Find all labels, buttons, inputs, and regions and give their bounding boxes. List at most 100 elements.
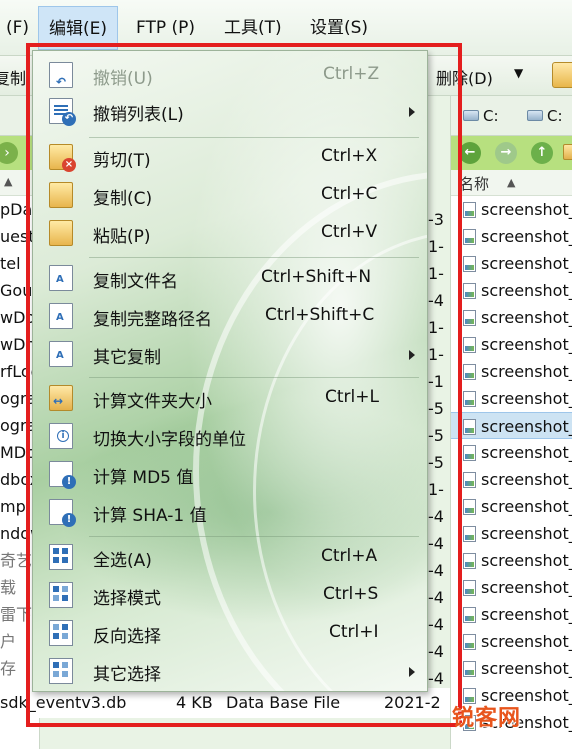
list-item[interactable]: screenshot_: [451, 520, 572, 547]
tab-drive-c-2[interactable]: C:: [525, 102, 563, 130]
image-file-icon: [463, 634, 476, 650]
menu-divider: [89, 377, 419, 378]
file-date: 2021-2: [384, 693, 441, 712]
menu-item-undo-list[interactable]: ↶ 撤销列表(L): [33, 93, 427, 129]
list-item[interactable]: screenshot_: [451, 547, 572, 574]
other-select-icon: [49, 658, 73, 684]
list-item[interactable]: screenshot_: [451, 331, 572, 358]
md5-icon: !: [49, 461, 76, 489]
menu-item-select-all[interactable]: 全选(A) Ctrl+A: [33, 539, 427, 575]
file-name: screenshot_: [481, 497, 572, 516]
list-item[interactable]: screenshot_: [451, 277, 572, 304]
menu-item-shortcut: Ctrl+Shift+C: [265, 305, 375, 325]
menu-divider: [89, 536, 419, 537]
list-item[interactable]: screenshot_: [451, 655, 572, 682]
list-item[interactable]: screenshot_: [451, 250, 572, 277]
tab-label: C:: [547, 107, 563, 125]
list-item[interactable]: screenshot_: [451, 304, 572, 331]
right-nav-bar: ← → ↑: [451, 136, 572, 170]
list-item[interactable]: screenshot_: [451, 385, 572, 412]
folder-icon[interactable]: [563, 144, 572, 160]
select-mode-icon: [49, 582, 73, 608]
menu-item-copy-filename[interactable]: A 复制文件名 Ctrl+Shift+N: [33, 260, 427, 296]
menu-item-calc-folder-size[interactable]: ↔ 计算文件夹大小 Ctrl+L: [33, 380, 427, 416]
menu-item-label: 其它选择: [93, 665, 161, 685]
up-arrow-icon[interactable]: ↑: [531, 142, 553, 164]
menu-settings[interactable]: 设置(S): [300, 6, 378, 50]
file-name: screenshot_: [481, 443, 572, 462]
other-copy-icon: A: [49, 341, 73, 367]
back-arrow-icon[interactable]: ←: [459, 142, 481, 164]
menu-item-copy-fullpath[interactable]: A 复制完整路径名 Ctrl+Shift+C: [33, 298, 427, 334]
menu-edit[interactable]: 编辑(E): [38, 6, 119, 50]
menu-item-label: 剪切(T): [93, 151, 151, 171]
file-name: screenshot_: [481, 335, 572, 354]
menu-item-calc-sha1[interactable]: ! 计算 SHA-1 值: [33, 494, 427, 530]
list-item[interactable]: screenshot_: [451, 493, 572, 520]
date-fragment: 1-: [428, 345, 444, 364]
menu-item-invert-selection[interactable]: 反向选择 Ctrl+I: [33, 615, 427, 651]
date-fragment: -5: [428, 399, 444, 418]
right-column-header[interactable]: 名称 ▲: [451, 170, 572, 196]
menu-item-shortcut: Ctrl+C: [321, 184, 378, 204]
list-item[interactable]: screenshot_: [451, 412, 572, 439]
list-item[interactable]: screenshot_: [451, 601, 572, 628]
file-name: screenshot_: [481, 578, 572, 597]
menu-item-label: 全选(A): [93, 551, 152, 571]
list-item[interactable]: screenshot_: [451, 358, 572, 385]
list-item[interactable]: screenshot_: [451, 574, 572, 601]
menu-item-shortcut: Ctrl+S: [323, 584, 379, 604]
folder-icon[interactable]: [552, 62, 572, 88]
menu-item-label: 撤销列表(L): [93, 105, 184, 125]
list-item[interactable]: screenshot_: [451, 628, 572, 655]
menu-tools[interactable]: 工具(T): [214, 6, 292, 50]
paste-icon: [49, 220, 73, 246]
tab-drive-c[interactable]: C:: [461, 102, 499, 130]
image-file-icon: [463, 419, 476, 435]
sort-up-icon[interactable]: ▲: [4, 175, 12, 188]
menu-item-paste[interactable]: 粘贴(P) Ctrl+V: [33, 215, 427, 251]
file-name: screenshot_: [481, 308, 572, 327]
right-tab-bar: C: C:: [451, 96, 572, 136]
file-name: screenshot_: [481, 417, 572, 436]
forward-arrow-icon[interactable]: →: [495, 142, 517, 164]
menu-item-shortcut: Ctrl+I: [329, 622, 379, 642]
date-fragment: 1-: [428, 237, 444, 256]
list-item[interactable]: screenshot_: [451, 196, 572, 223]
menu-item-copy[interactable]: 复制(C) Ctrl+C: [33, 177, 427, 213]
menu-item-label: 复制完整路径名: [93, 310, 212, 330]
image-file-icon: [463, 256, 476, 272]
right-file-list: screenshot_ screenshot_ screenshot_ screens…: [451, 196, 572, 736]
copy-fullpath-icon: A: [49, 303, 73, 329]
image-file-icon: [463, 310, 476, 326]
date-fragment: -4: [428, 534, 444, 553]
submenu-arrow-icon: [409, 350, 415, 360]
image-file-icon: [463, 499, 476, 515]
folder-size-icon: ↔: [49, 385, 73, 411]
menu-ftp[interactable]: FTP (P): [126, 6, 205, 50]
list-item[interactable]: screenshot_: [451, 466, 572, 493]
image-file-icon: [463, 283, 476, 299]
menu-item-select-mode[interactable]: 选择模式 Ctrl+S: [33, 577, 427, 613]
sha1-icon: !: [49, 499, 76, 527]
chevron-down-icon[interactable]: ▼: [514, 66, 523, 80]
file-name: screenshot_: [481, 281, 572, 300]
menu-item-calc-md5[interactable]: ! 计算 MD5 值: [33, 456, 427, 492]
menu-item-undo[interactable]: ↶ 撤销(U) Ctrl+Z: [33, 57, 427, 93]
list-item[interactable]: screenshot_: [451, 439, 572, 466]
menu-item-cut[interactable]: × 剪切(T) Ctrl+X: [33, 139, 427, 175]
menu-divider: [89, 137, 419, 138]
back-arrow-icon[interactable]: ›: [0, 142, 18, 164]
menu-item-other-select[interactable]: 其它选择: [33, 653, 427, 689]
menu-item-label: 粘贴(P): [93, 227, 151, 247]
menu-item-toggle-size-units[interactable]: i 切换大小字段的单位: [33, 418, 427, 454]
list-item[interactable]: screenshot_: [451, 223, 572, 250]
menu-file[interactable]: (F): [0, 6, 39, 50]
toolbar-copy-button[interactable]: 复制: [0, 65, 26, 89]
table-row[interactable]: sdk_eventv3.db 4 KB Data Base File 2021-…: [0, 688, 450, 718]
toolbar-delete-button[interactable]: 删除(D): [436, 65, 493, 89]
menu-item-other-copy[interactable]: A 其它复制: [33, 336, 427, 372]
file-name: screenshot_: [481, 389, 572, 408]
menu-bar: (F) 编辑(E) FTP (P) 工具(T) 设置(S): [0, 0, 572, 56]
sort-up-icon: ▲: [507, 176, 516, 189]
